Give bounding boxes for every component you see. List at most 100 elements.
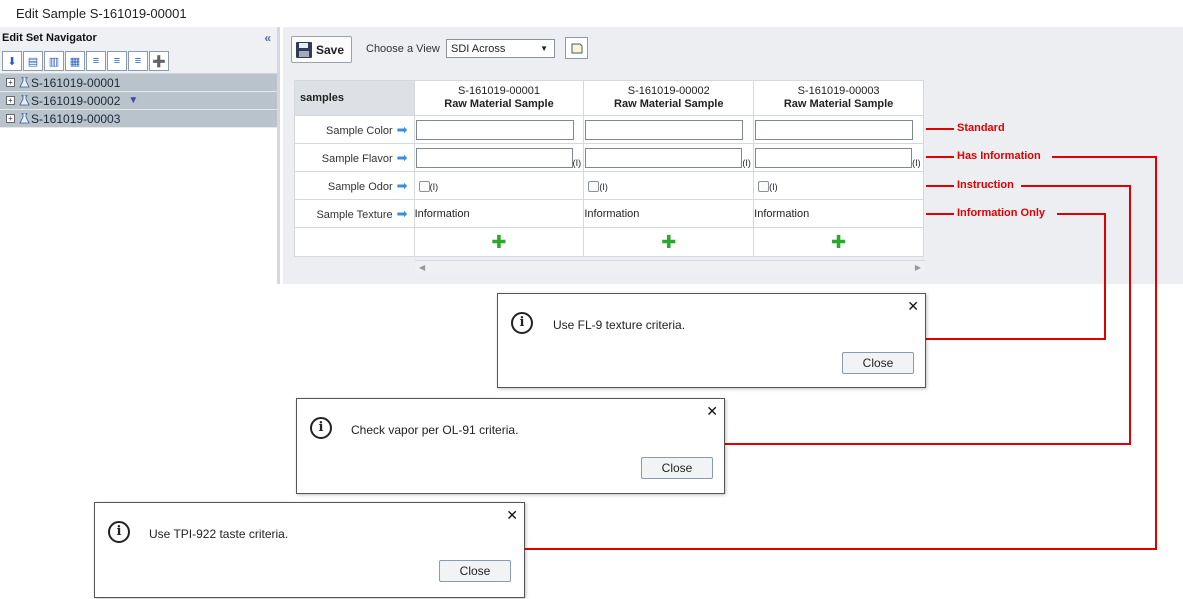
horizontal-scrollbar[interactable]: ◀ ▶ bbox=[415, 260, 925, 273]
column-id: S-161019-00002 bbox=[627, 85, 710, 97]
legend-standard: Standard bbox=[957, 122, 1005, 134]
texture-cell: Information bbox=[413, 199, 585, 228]
move-down-icon[interactable]: ⬇ bbox=[2, 51, 22, 71]
tree-item-1[interactable]: + S-161019-00001 bbox=[0, 74, 277, 92]
page-root: Edit Sample S-161019-00001 Edit Set Navi… bbox=[0, 0, 1183, 599]
legend-instruction: Instruction bbox=[957, 179, 1014, 191]
table-row: Sample Flavor ➡ (I) (I) (I) bbox=[294, 143, 924, 172]
texture-cell: Information bbox=[583, 199, 755, 228]
close-icon[interactable]: ✕ bbox=[506, 507, 518, 524]
dialog-message: Use TPI-922 taste criteria. bbox=[149, 527, 289, 541]
sample-odor-checkbox[interactable] bbox=[758, 181, 770, 192]
arrow-right-icon[interactable]: ➡ bbox=[397, 150, 408, 165]
sample-color-input[interactable] bbox=[755, 119, 914, 140]
tree-item-label: S-161019-00003 bbox=[31, 111, 121, 126]
row-label: Sample Flavor ➡ bbox=[294, 143, 415, 172]
odor-cell: (I) bbox=[583, 171, 755, 200]
chevron-down-icon: ▼ bbox=[540, 44, 548, 53]
column-header: S-161019-00003 Raw Material Sample bbox=[753, 80, 924, 116]
expand-icon[interactable]: + bbox=[6, 78, 15, 87]
sample-odor-checkbox[interactable] bbox=[418, 181, 430, 192]
arrow-right-icon[interactable]: ➡ bbox=[397, 178, 408, 193]
new-document-icon[interactable]: ➕ bbox=[149, 51, 169, 71]
tree-item-label: S-161019-00001 bbox=[31, 75, 121, 90]
texture-info-dialog: ✕ i Use FL-9 texture criteria. Close bbox=[497, 293, 926, 388]
table-row: Sample Odor ➡ (I) (I) (I) bbox=[294, 171, 924, 200]
info-marker[interactable]: (I) bbox=[769, 182, 778, 192]
add-sample-icon[interactable]: ▤ bbox=[23, 51, 43, 71]
save-label: Save bbox=[316, 42, 345, 57]
row-label: Sample Texture ➡ bbox=[294, 199, 415, 228]
close-icon[interactable]: ✕ bbox=[706, 403, 718, 420]
info-icon: i bbox=[511, 312, 533, 334]
list-edit-3-icon[interactable]: ≡ bbox=[128, 51, 148, 71]
table-row: ✚ ✚ ✚ bbox=[294, 227, 924, 257]
expand-icon[interactable]: + bbox=[6, 114, 15, 123]
texture-info-link[interactable]: Information bbox=[415, 208, 470, 220]
add-item-icon[interactable]: ▦ bbox=[65, 51, 85, 71]
column-id: S-161019-00003 bbox=[797, 85, 880, 97]
tree-item-3[interactable]: + S-161019-00003 bbox=[0, 110, 277, 128]
tree-item-2[interactable]: + S-161019-00002 ▼ bbox=[0, 92, 277, 110]
list-edit-icon[interactable]: ≡ bbox=[86, 51, 106, 71]
navigator-header: Edit Set Navigator « bbox=[0, 27, 277, 49]
arrow-right-icon[interactable]: ➡ bbox=[397, 122, 408, 137]
empty-cell bbox=[294, 227, 415, 257]
add-test-icon[interactable]: ▥ bbox=[44, 51, 64, 71]
save-button[interactable]: Save bbox=[291, 36, 352, 63]
scroll-left-icon[interactable]: ◀ bbox=[419, 263, 425, 272]
edit-set-navigator: Edit Set Navigator « ⬇ ▤ ▥ ▦ ≡ ≡ ≡ ➕ + S… bbox=[0, 27, 280, 284]
add-cell: ✚ bbox=[753, 227, 924, 257]
texture-info-link[interactable]: Information bbox=[754, 208, 809, 220]
column-type: Raw Material Sample bbox=[783, 98, 894, 110]
close-button[interactable]: Close bbox=[439, 560, 511, 582]
list-edit-2-icon[interactable]: ≡ bbox=[107, 51, 127, 71]
sample-flavor-input[interactable] bbox=[415, 147, 573, 168]
connector-line bbox=[1104, 213, 1106, 340]
odor-info-dialog: ✕ i Check vapor per OL-91 criteria. Clos… bbox=[296, 398, 725, 494]
scroll-right-icon[interactable]: ▶ bbox=[915, 263, 921, 272]
collapse-icon[interactable]: « bbox=[264, 31, 271, 45]
column-id: S-161019-00001 bbox=[457, 85, 540, 97]
sample-flavor-input[interactable] bbox=[755, 147, 913, 168]
add-icon[interactable]: ✚ bbox=[491, 232, 506, 252]
sample-color-input[interactable] bbox=[415, 119, 574, 140]
info-marker[interactable]: (I) bbox=[599, 182, 608, 192]
view-label: Choose a View bbox=[366, 43, 440, 55]
connector-line bbox=[926, 128, 954, 130]
row-label-text: Sample Odor bbox=[327, 180, 393, 193]
table-row: Sample Texture ➡ Information Information … bbox=[294, 199, 924, 228]
info-marker[interactable]: (I) bbox=[912, 158, 921, 168]
close-button[interactable]: Close bbox=[842, 352, 914, 374]
view-select[interactable]: SDI Across ▼ bbox=[446, 39, 555, 58]
arrow-right-icon[interactable]: ➡ bbox=[397, 206, 408, 221]
connector-line bbox=[926, 213, 954, 215]
close-icon[interactable]: ✕ bbox=[907, 298, 919, 315]
view-options-icon[interactable] bbox=[565, 37, 588, 59]
dropdown-triangle-icon[interactable]: ▼ bbox=[128, 95, 138, 106]
sample-color-input[interactable] bbox=[585, 119, 744, 140]
info-marker[interactable]: (I) bbox=[573, 158, 582, 168]
tree-item-label: S-161019-00002 bbox=[31, 93, 121, 108]
texture-info-link[interactable]: Information bbox=[584, 208, 639, 220]
info-icon: i bbox=[310, 417, 332, 439]
sample-flavor-input[interactable] bbox=[585, 147, 743, 168]
flask-icon bbox=[19, 113, 30, 124]
column-type: Raw Material Sample bbox=[444, 98, 554, 110]
texture-cell: Information bbox=[753, 199, 924, 228]
expand-icon[interactable]: + bbox=[6, 96, 15, 105]
sample-odor-checkbox[interactable] bbox=[588, 181, 600, 192]
info-marker[interactable]: (I) bbox=[742, 158, 751, 168]
add-icon[interactable]: ✚ bbox=[831, 232, 846, 252]
connector-line bbox=[1129, 185, 1131, 445]
info-marker[interactable]: (I) bbox=[430, 182, 439, 192]
dialog-message: Check vapor per OL-91 criteria. bbox=[351, 423, 519, 437]
close-button[interactable]: Close bbox=[641, 457, 713, 479]
flavor-info-dialog: ✕ i Use TPI-922 taste criteria. Close bbox=[94, 502, 525, 598]
row-label-text: Sample Color bbox=[326, 124, 393, 137]
add-icon[interactable]: ✚ bbox=[661, 232, 676, 252]
connector-line bbox=[525, 548, 1157, 550]
connector-line bbox=[926, 185, 954, 187]
sample-grid: samples S-161019-00001 Raw Material Samp… bbox=[294, 80, 924, 257]
navigator-title: Edit Set Navigator bbox=[2, 32, 97, 44]
